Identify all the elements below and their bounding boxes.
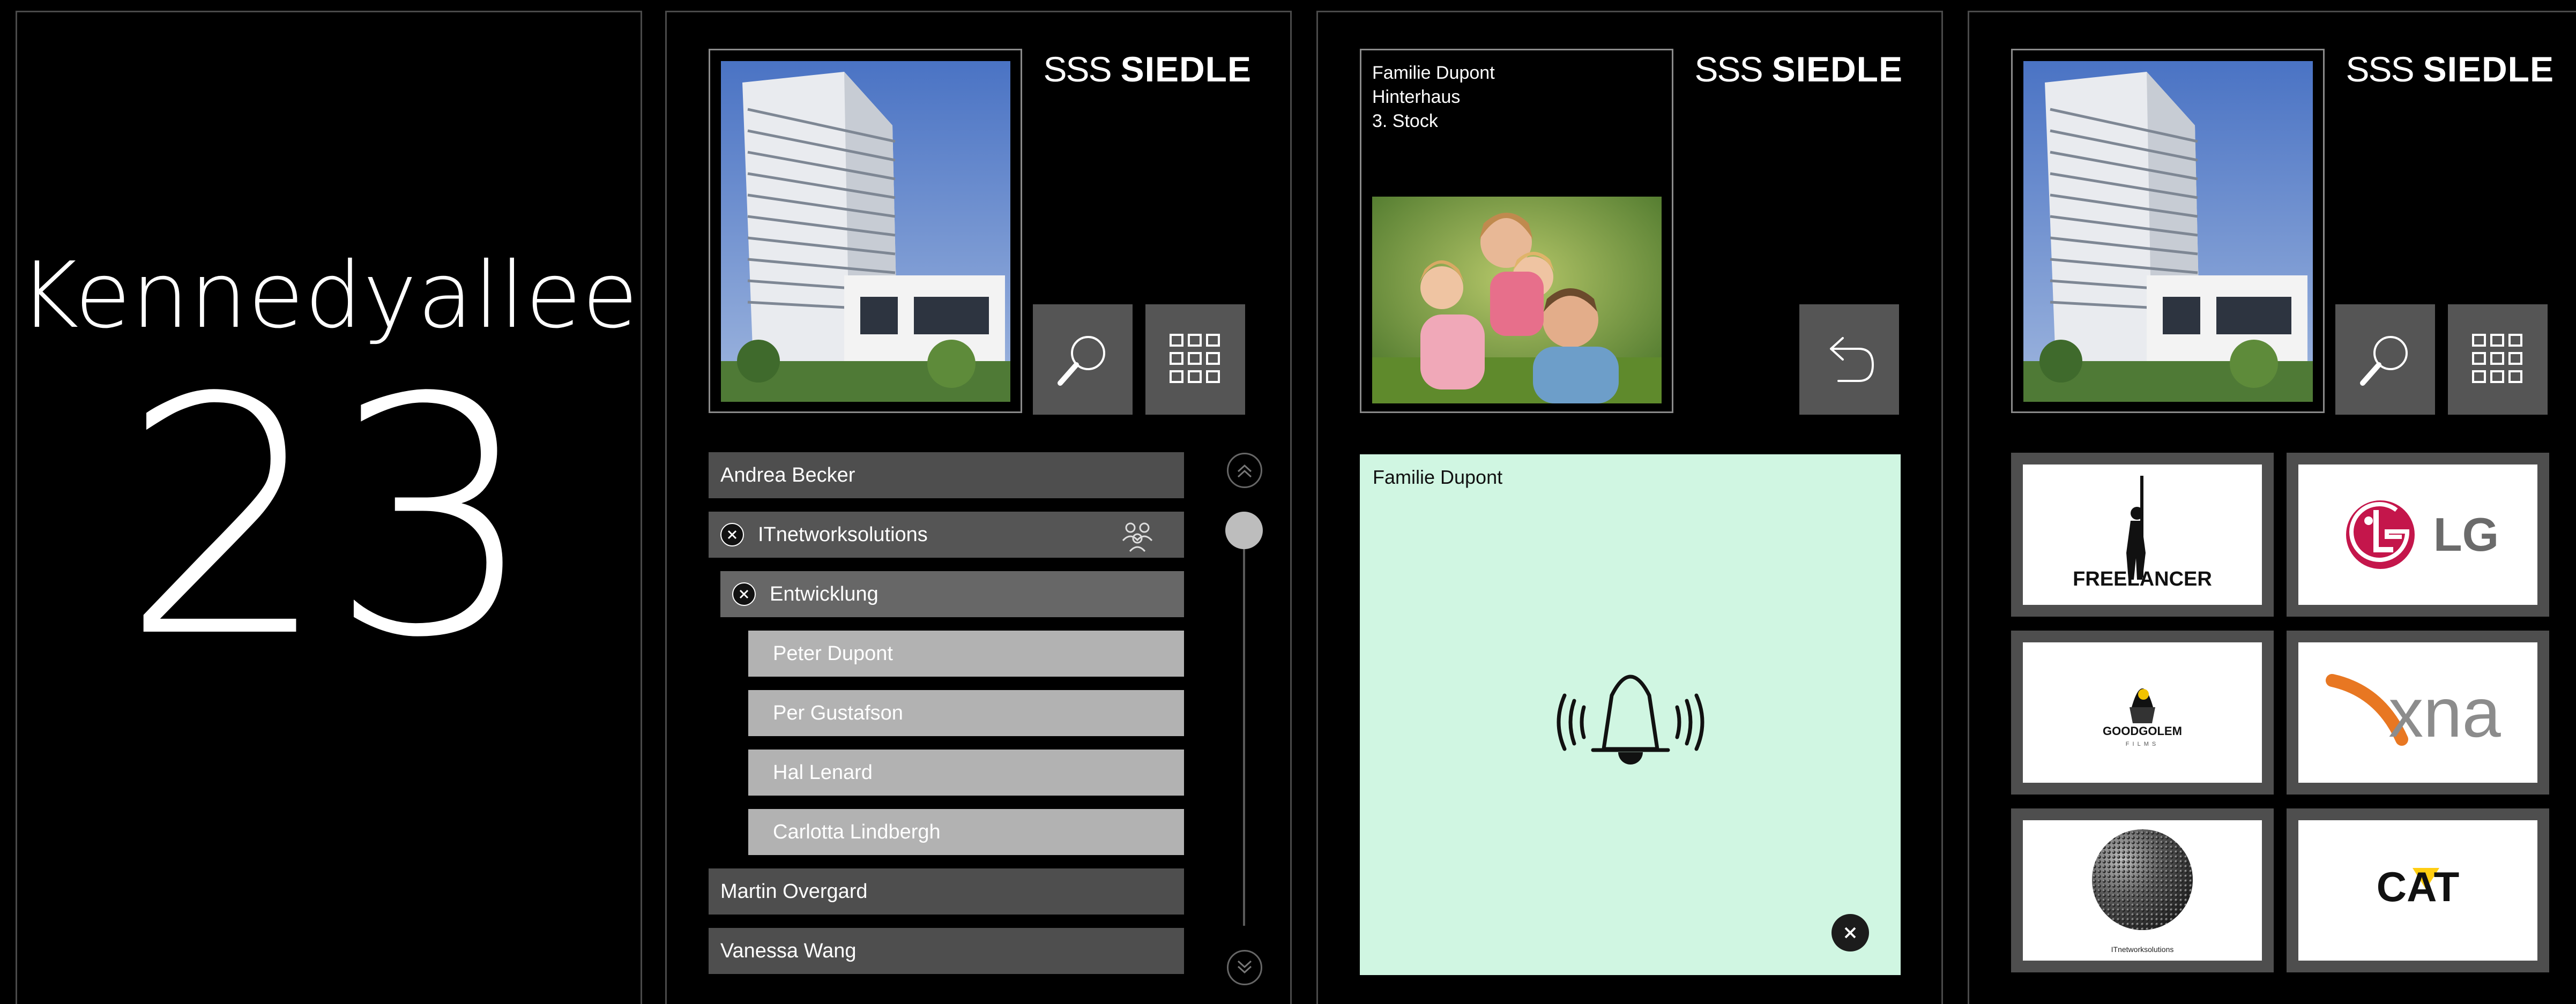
siedle-logo: SSS SIEDLE: [2346, 49, 2554, 89]
house-number: 23: [121, 328, 537, 709]
family-photo: [1372, 197, 1662, 403]
back-icon: [1830, 337, 1874, 382]
list-item-subgroup[interactable]: Entwicklung: [720, 571, 1184, 617]
keypad-icon: [2472, 334, 2522, 383]
list-item[interactable]: Martin Overgard: [709, 868, 1184, 915]
call-recipient: Familie Dupont: [1373, 466, 1503, 488]
close-icon: [1844, 927, 1856, 939]
lg-text: LG: [2433, 508, 2499, 561]
company-tile-cat[interactable]: CAT: [2287, 808, 2549, 972]
chevron-down-icon: [1237, 960, 1252, 974]
xna-logo: xna: [2326, 673, 2501, 752]
company-tile-goodgolem[interactable]: GOODGOLEM FILMS: [2011, 631, 2274, 795]
list-item[interactable]: Carlotta Lindbergh: [748, 809, 1184, 855]
xna-text: xna: [2388, 673, 2501, 752]
company-tile-lg[interactable]: LG: [2287, 453, 2549, 617]
search-icon: [1058, 336, 1105, 386]
lg-logo: LG: [2346, 500, 2499, 569]
collapse-icon[interactable]: [720, 523, 744, 546]
collapse-icon[interactable]: [732, 582, 756, 606]
resident-call-panel: SSS SIEDLE Familie Dupont Hinterhaus 3. …: [1316, 11, 1943, 1004]
company-tile-itnetworksolutions[interactable]: ITnetworksolutions: [2011, 808, 2274, 972]
cat-logo: CAT: [2377, 863, 2460, 910]
list-item[interactable]: Andrea Becker: [709, 452, 1184, 498]
scroll-up-button[interactable]: [1227, 453, 1262, 488]
itnetworksolutions-text: ITnetworksolutions: [2111, 945, 2174, 954]
resident-info: Familie Dupont Hinterhaus 3. Stock: [1360, 49, 1673, 413]
list-item[interactable]: Peter Dupont: [748, 631, 1184, 677]
call-card[interactable]: Familie Dupont: [1360, 454, 1901, 975]
building-image: [2023, 61, 2313, 402]
keypad-icon: [1170, 334, 1220, 383]
building-image: [721, 61, 1010, 402]
list-item[interactable]: Vanessa Wang: [709, 928, 1184, 974]
list-item[interactable]: Hal Lenard: [748, 750, 1184, 796]
freelancer-text: FREELANCER: [2073, 568, 2212, 590]
directory-panel: SSS SIEDLE Andrea Becker ITnetworksoluti…: [665, 11, 1292, 1004]
chevron-up-icon: [1237, 464, 1252, 478]
siedle-logo: SSS SIEDLE: [1043, 49, 1252, 89]
freelancer-logo: FREELANCER: [2073, 476, 2212, 590]
siedle-logo: SSS SIEDLE: [1694, 49, 1903, 89]
group-icon: [1122, 522, 1153, 552]
cat-text: CAT: [2377, 863, 2460, 910]
back-button[interactable]: [1799, 304, 1899, 415]
resident-floor: 3. Stock: [1372, 111, 1438, 131]
scrollbar-thumb[interactable]: [1225, 512, 1263, 549]
list-item[interactable]: Per Gustafson: [748, 690, 1184, 736]
scrollbar-track[interactable]: [1243, 527, 1245, 926]
building-photo: [2011, 49, 2325, 413]
address-panel: Kennedyallee 23: [16, 11, 642, 1004]
keypad-button[interactable]: [2448, 304, 2548, 415]
resident-name: Familie Dupont: [1372, 63, 1495, 83]
company-panel: SSS SIEDLE FREELANCER LG GOODGOLEM FILMS…: [1968, 11, 2576, 1004]
building-photo: [709, 49, 1022, 413]
search-icon: [2360, 336, 2408, 386]
end-call-button[interactable]: [1832, 914, 1869, 951]
company-tile-freelancer[interactable]: FREELANCER: [2011, 453, 2274, 617]
goodgolem-sub: FILMS: [2126, 741, 2159, 747]
bell-icon: [1557, 675, 1704, 765]
list-item-group[interactable]: ITnetworksolutions: [709, 512, 1184, 558]
search-button[interactable]: [2335, 304, 2435, 415]
itnetworksolutions-logo: ITnetworksolutions: [2092, 829, 2193, 954]
company-tile-xna[interactable]: xna: [2287, 631, 2549, 795]
search-button[interactable]: [1033, 304, 1133, 415]
resident-building: Hinterhaus: [1372, 87, 1461, 107]
keypad-button[interactable]: [1145, 304, 1245, 415]
goodgolem-logo: GOODGOLEM FILMS: [2103, 688, 2182, 747]
goodgolem-text: GOODGOLEM: [2103, 724, 2182, 738]
scroll-down-button[interactable]: [1227, 950, 1262, 985]
